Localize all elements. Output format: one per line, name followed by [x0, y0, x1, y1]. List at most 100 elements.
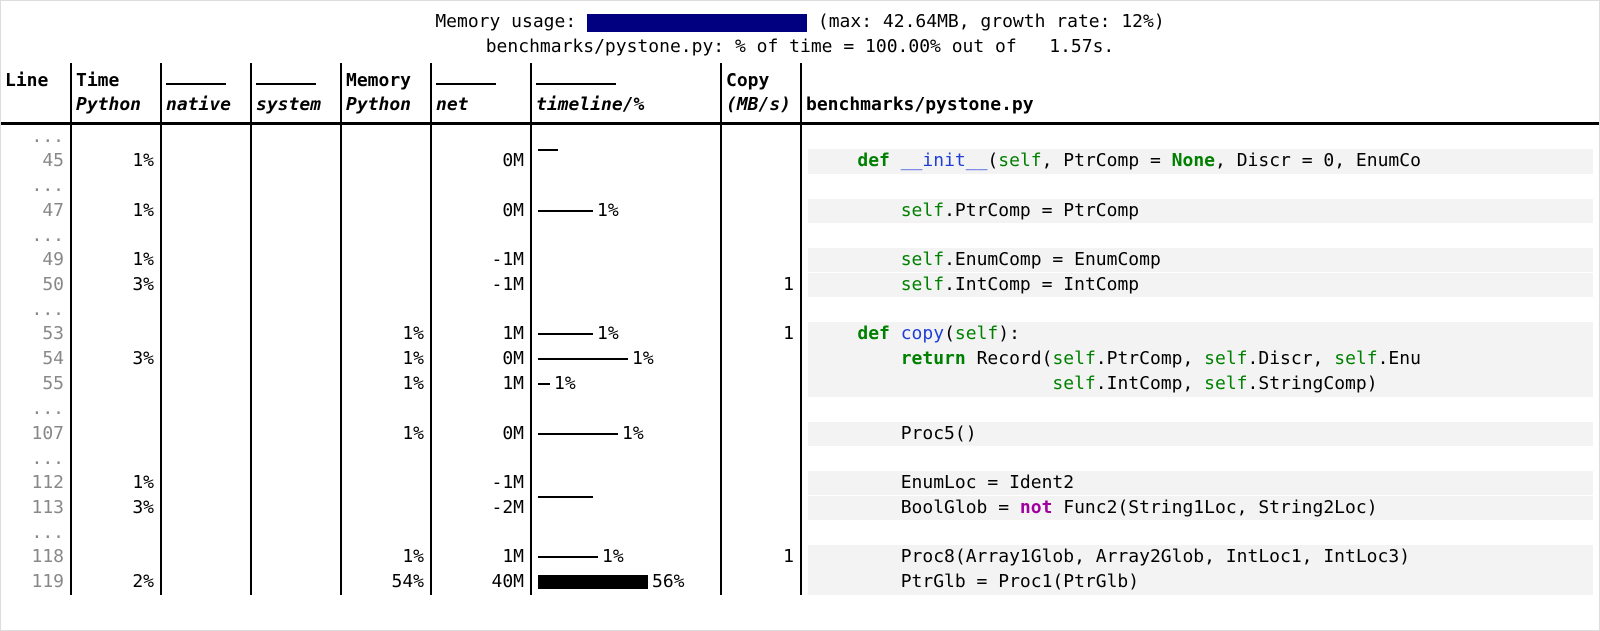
timeline-pct: 1%: [632, 347, 654, 371]
timeline-pct: 1%: [597, 322, 619, 346]
line-number: 107: [1, 422, 71, 447]
ellipsis: ...: [1, 298, 71, 322]
pct-time: 100.00%: [865, 36, 941, 57]
copy-rate: 1: [721, 322, 801, 347]
mem-net: -1M: [431, 471, 531, 496]
line-number: 47: [1, 199, 71, 224]
time-python: [71, 422, 161, 447]
mem-python: 1%: [341, 372, 431, 397]
timeline-pct: 1%: [622, 422, 644, 446]
line-number: 119: [1, 570, 71, 595]
source-line: PtrGlb = Proc1(PtrGlb): [808, 570, 1593, 594]
line-number: 50: [1, 273, 71, 298]
timeline-cell: [531, 149, 721, 174]
mem-net: 1M: [431, 545, 531, 570]
growth-prefix: , growth rate:: [959, 11, 1122, 32]
ellipsis: ...: [1, 224, 71, 248]
mem-python: 1%: [341, 347, 431, 372]
time-native: [161, 322, 251, 347]
gap-row: ...: [1, 174, 1599, 198]
time-native: [161, 422, 251, 447]
gap-row: ...: [1, 521, 1599, 545]
memory-bar: [587, 14, 807, 32]
timeline-cell: [531, 248, 721, 273]
line-number: 118: [1, 545, 71, 570]
table-row: 1192%54%40M56% PtrGlb = Proc1(PtrGlb): [1, 570, 1599, 595]
timeline-cell: 1%: [531, 372, 721, 397]
copy-rate: [721, 372, 801, 397]
source-line: self.EnumComp = EnumComp: [808, 248, 1593, 272]
copy-rate: [721, 199, 801, 224]
table-body: ...451%0M def __init__(self, PtrComp = N…: [1, 124, 1599, 596]
ellipsis: ...: [1, 124, 71, 150]
time-system: [251, 273, 341, 298]
source-cell: Proc8(Array1Glob, Array2Glob, IntLoc1, I…: [801, 545, 1599, 570]
mem-net: 1M: [431, 372, 531, 397]
timeline-pct: 1%: [554, 372, 576, 396]
source-cell: def copy(self):: [801, 322, 1599, 347]
mem-python: [341, 149, 431, 174]
source-cell: self.IntComp, self.StringComp): [801, 372, 1599, 397]
timeline-pct: 1%: [602, 545, 624, 569]
copy-rate: 1: [721, 545, 801, 570]
timeline-cell: [531, 496, 721, 521]
timeline-cell: [531, 273, 721, 298]
source-cell: self.IntComp = IntComp: [801, 273, 1599, 298]
source-cell: def __init__(self, PtrComp = None, Discr…: [801, 149, 1599, 174]
time-python: 3%: [71, 273, 161, 298]
source-cell: BoolGlob = not Func2(String1Loc, String2…: [801, 496, 1599, 521]
time-native: [161, 199, 251, 224]
timeline-cell: 56%: [531, 570, 721, 595]
time-system: [251, 496, 341, 521]
table-row: 1133%-2M BoolGlob = not Func2(String1Loc…: [1, 496, 1599, 521]
copy-rate: [721, 347, 801, 372]
time-native: [161, 496, 251, 521]
mem-net: 0M: [431, 422, 531, 447]
ellipsis: ...: [1, 447, 71, 471]
time-system: [251, 471, 341, 496]
time-native: [161, 471, 251, 496]
header: Memory usage: (max: 42.64MB, growth rate…: [1, 1, 1599, 63]
time-system: [251, 199, 341, 224]
ellipsis: ...: [1, 521, 71, 545]
gap-row: ...: [1, 298, 1599, 322]
col-timeline: timeline/%: [531, 63, 721, 123]
header-row: Line TimePython native system MemoryPyth…: [1, 63, 1599, 123]
gap-row: ...: [1, 124, 1599, 150]
copy-rate: [721, 422, 801, 447]
timeline-cell: [531, 471, 721, 496]
col-copy: Copy(MB/s): [721, 63, 801, 123]
time-python: [71, 545, 161, 570]
profiler-output: Memory usage: (max: 42.64MB, growth rate…: [0, 0, 1600, 631]
table-row: 503%-1M1 self.IntComp = IntComp: [1, 273, 1599, 298]
mem-python: [341, 273, 431, 298]
table-row: 491%-1M self.EnumComp = EnumComp: [1, 248, 1599, 273]
time-system: [251, 570, 341, 595]
col-line: Line: [1, 63, 71, 123]
gap-row: ...: [1, 447, 1599, 471]
mem-net: -1M: [431, 273, 531, 298]
mem-usage-label: Memory usage:: [435, 11, 587, 32]
ellipsis: ...: [1, 174, 71, 198]
source-line: BoolGlob = not Func2(String1Loc, String2…: [808, 496, 1593, 520]
copy-rate: [721, 248, 801, 273]
mem-max-value: 42.64MB: [883, 11, 959, 32]
time-python: 2%: [71, 570, 161, 595]
line-number: 113: [1, 496, 71, 521]
time-native: [161, 372, 251, 397]
table-row: 551%1M1% self.IntComp, self.StringComp): [1, 372, 1599, 397]
total-time: 1.57s.: [1028, 36, 1115, 57]
mem-net: 0M: [431, 347, 531, 372]
line-number: 45: [1, 149, 71, 174]
mem-net: 0M: [431, 199, 531, 224]
time-native: [161, 545, 251, 570]
time-python: 3%: [71, 347, 161, 372]
col-source: benchmarks/pystone.py: [801, 63, 1599, 123]
time-system: [251, 322, 341, 347]
mem-net: 1M: [431, 322, 531, 347]
source-line: def __init__(self, PtrComp = None, Discr…: [808, 149, 1593, 173]
time-system: [251, 372, 341, 397]
source-line: EnumLoc = Ident2: [808, 471, 1593, 495]
timeline-pct: 56%: [652, 570, 685, 594]
source-cell: Proc5(): [801, 422, 1599, 447]
